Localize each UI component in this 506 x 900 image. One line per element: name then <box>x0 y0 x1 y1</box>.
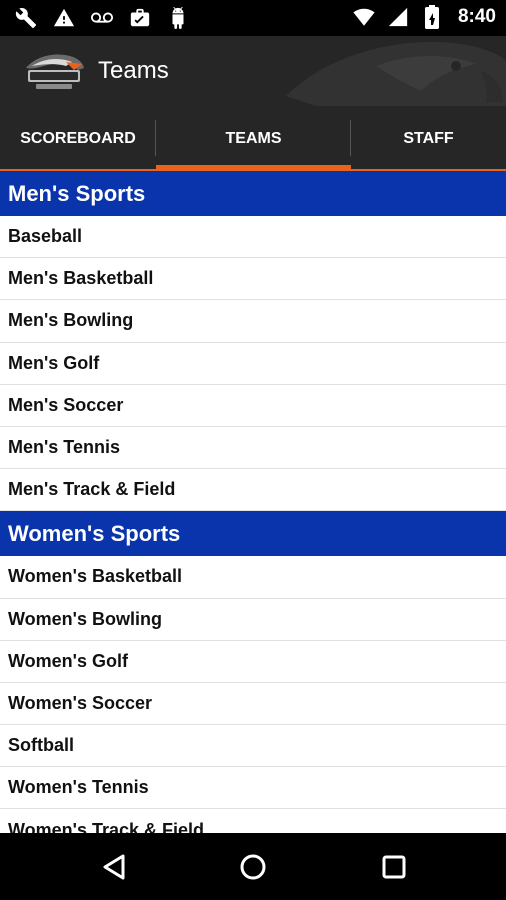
tab-bar: SCOREBOARD TEAMS STAFF <box>0 106 506 171</box>
recents-icon[interactable] <box>372 845 416 889</box>
list-item[interactable]: Women's Basketball <box>0 556 506 599</box>
page-title: Teams <box>98 57 169 84</box>
list-item[interactable]: Women's Soccer <box>0 683 506 726</box>
back-icon[interactable] <box>92 845 136 889</box>
section-header-mens: Men's Sports <box>0 171 506 216</box>
android-icon <box>166 6 190 30</box>
tab-staff[interactable]: STAFF <box>351 106 506 171</box>
list-item[interactable]: Men's Golf <box>0 343 506 385</box>
tab-teams[interactable]: TEAMS <box>156 106 351 171</box>
wrench-icon <box>14 6 38 30</box>
app-bar: Teams <box>0 36 506 106</box>
status-bar: 8:40 <box>0 0 506 36</box>
list-item[interactable]: Men's Basketball <box>0 258 506 301</box>
list-item[interactable]: Men's Soccer <box>0 385 506 427</box>
eagle-watermark-icon <box>286 41 506 106</box>
wifi-icon <box>352 5 376 29</box>
system-nav-bar <box>0 833 506 900</box>
warning-icon <box>52 6 76 30</box>
tab-scoreboard[interactable]: SCOREBOARD <box>0 106 156 171</box>
cell-signal-icon <box>386 5 410 29</box>
list-item[interactable]: Men's Track & Field <box>0 469 506 512</box>
list-item[interactable]: Women's Tennis <box>0 767 506 810</box>
team-logo-icon <box>26 54 84 89</box>
list-item[interactable]: Women's Bowling <box>0 599 506 641</box>
status-time: 8:40 <box>457 6 496 27</box>
teams-list[interactable]: Men's Sports Baseball Men's Basketball M… <box>0 171 506 833</box>
list-item[interactable]: Women's Track & Field <box>0 809 506 833</box>
list-item[interactable]: Women's Golf <box>0 641 506 683</box>
battery-icon <box>420 5 444 29</box>
list-item[interactable]: Men's Tennis <box>0 427 506 470</box>
briefcase-icon <box>128 6 152 30</box>
system-icons: 8:40 <box>352 5 496 29</box>
list-item[interactable]: Baseball <box>0 216 506 259</box>
section-header-womens: Women's Sports <box>0 511 506 557</box>
list-item[interactable]: Men's Bowling <box>0 300 506 343</box>
list-item[interactable]: Softball <box>0 725 506 768</box>
voicemail-icon <box>90 6 114 30</box>
home-icon[interactable] <box>231 845 275 889</box>
notification-icons <box>14 6 190 30</box>
